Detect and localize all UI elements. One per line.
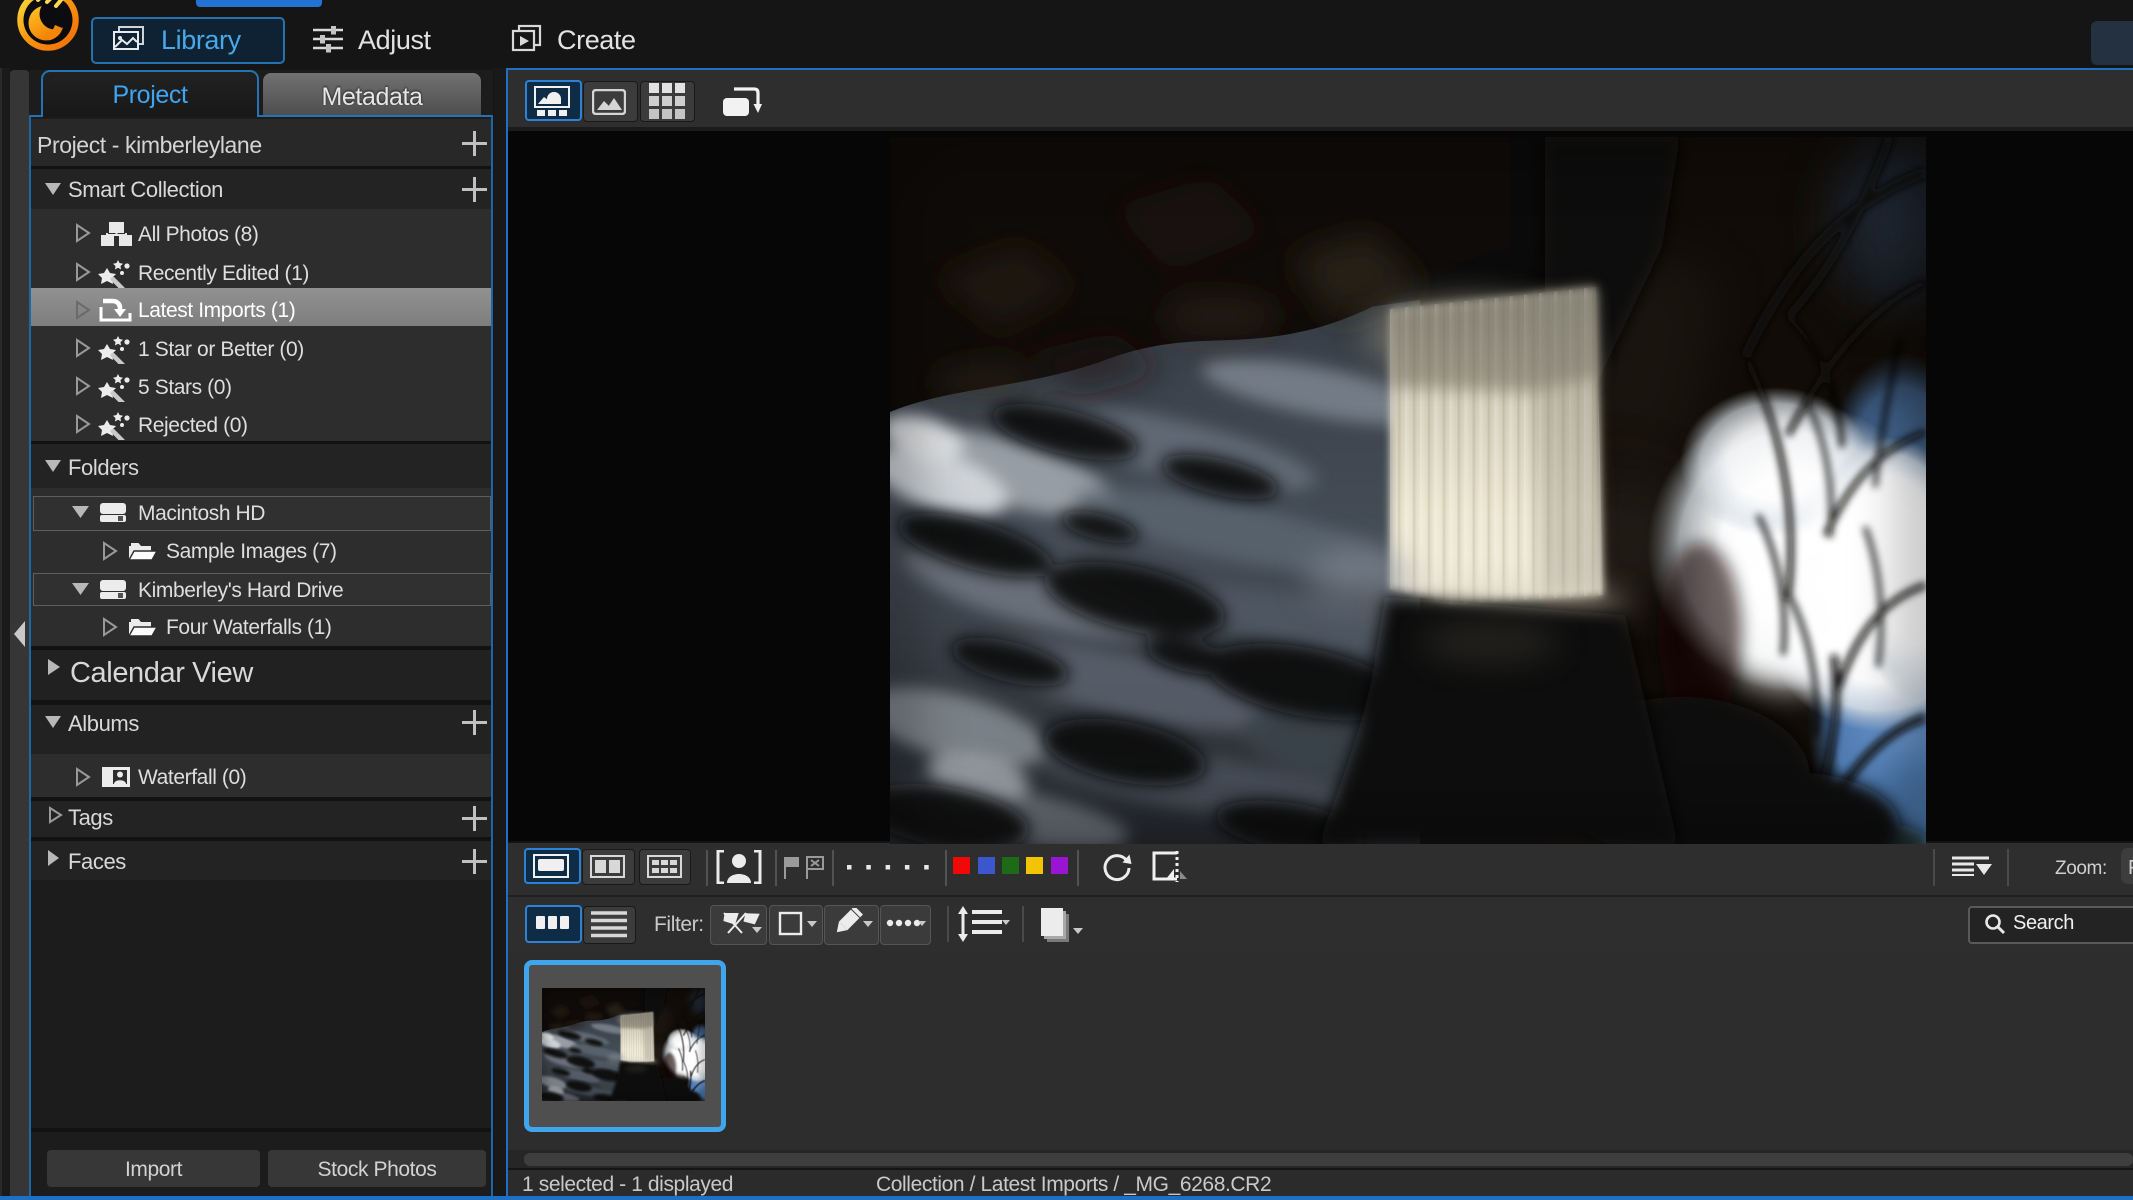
svg-text:Sample Images (7): Sample Images (7) xyxy=(166,540,337,563)
svg-text:Recently Edited (1): Recently Edited (1) xyxy=(138,262,309,285)
svg-text:Rejected (0): Rejected (0) xyxy=(138,414,248,437)
svg-text:5 Stars (0): 5 Stars (0) xyxy=(138,376,232,399)
svg-text:Kimberley's Hard Drive: Kimberley's Hard Drive xyxy=(138,579,343,602)
svg-text:Macintosh HD: Macintosh HD xyxy=(138,502,265,525)
svg-text:Waterfall (0): Waterfall (0) xyxy=(138,766,246,789)
svg-text:Latest Imports (1): Latest Imports (1) xyxy=(138,299,295,322)
svg-text:1 Star or Better (0): 1 Star or Better (0) xyxy=(138,338,304,361)
svg-text:All Photos (8): All Photos (8) xyxy=(138,223,258,246)
svg-text:Four Waterfalls (1): Four Waterfalls (1) xyxy=(166,616,332,639)
